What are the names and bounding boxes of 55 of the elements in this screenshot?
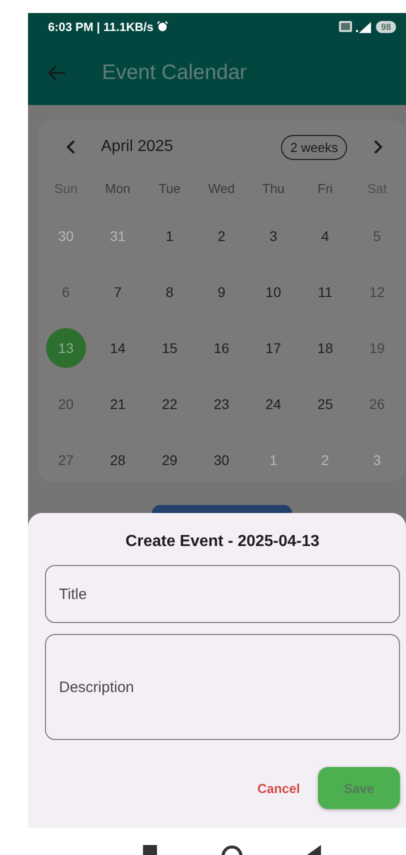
next-icon[interactable] [373, 140, 383, 154]
day-cell[interactable]: 17 [253, 328, 294, 368]
day-cell[interactable]: 15 [150, 328, 190, 368]
day-cell[interactable]: 1 [150, 216, 190, 256]
day-cell[interactable]: 28 [98, 440, 138, 480]
day-cell[interactable]: 9 [201, 272, 242, 312]
app-title: Event Calendar [102, 60, 247, 84]
day-cell[interactable]: 24 [253, 384, 294, 424]
day-cell[interactable]: 3 [253, 216, 294, 256]
day-cell[interactable]: 4 [305, 216, 346, 256]
weekday-label: Mon [104, 180, 132, 196]
day-cell[interactable]: 26 [357, 384, 398, 424]
day-cell[interactable]: 7 [98, 272, 138, 312]
weekday-label: Fri [316, 180, 334, 196]
day-cell[interactable]: 23 [201, 384, 242, 424]
day-cell[interactable]: 31 [98, 216, 138, 256]
day-cell[interactable]: 2 [201, 216, 242, 256]
day-cell[interactable]: 27 [46, 440, 86, 480]
dialog-title: Create Event - 2025-04-13 [124, 533, 320, 551]
day-cell[interactable]: 16 [201, 328, 242, 368]
day-cell[interactable]: 1 [253, 440, 294, 480]
day-cell[interactable]: 30 [201, 440, 242, 480]
day-cell[interactable]: 6 [46, 272, 86, 312]
day-cell[interactable]: 3 [357, 440, 398, 480]
weekday-label: Wed [207, 180, 236, 196]
weekday-label: Tue [158, 180, 182, 196]
month-label: April 2025 [101, 138, 174, 156]
day-cell[interactable]: 8 [150, 272, 190, 312]
signal-icon [356, 20, 372, 32]
format-button[interactable]: 2 weeks [281, 134, 347, 160]
day-cell[interactable]: 29 [150, 440, 190, 480]
status-time: 6:03 PM | 11.1KB/s [48, 20, 154, 34]
title-field[interactable]: Title [45, 565, 400, 623]
weekday-label: Thu [261, 180, 286, 196]
day-cell[interactable]: 11 [305, 272, 346, 312]
day-cell[interactable]: 19 [357, 328, 398, 368]
day-cell[interactable]: 12 [357, 272, 398, 312]
cancel-button[interactable]: Cancel [251, 780, 306, 796]
day-cell[interactable]: 10 [253, 272, 294, 312]
day-cell[interactable]: 14 [98, 328, 138, 368]
day-cell[interactable]: 21 [98, 384, 138, 424]
day-cell[interactable]: 30 [46, 216, 86, 256]
battery-icon: 98 [376, 20, 396, 32]
home-icon[interactable] [221, 845, 243, 855]
back-nav-icon[interactable] [307, 845, 321, 855]
day-cell[interactable]: 20 [46, 384, 86, 424]
day-cell[interactable]: 18 [305, 328, 346, 368]
description-field[interactable]: Description [45, 634, 400, 740]
alarm-icon [157, 21, 168, 32]
day-cell[interactable]: 13 [46, 328, 86, 368]
day-cell[interactable]: 25 [305, 384, 346, 424]
day-cell[interactable]: 22 [150, 384, 190, 424]
previous-icon[interactable] [66, 140, 76, 154]
volte-icon [338, 21, 352, 32]
day-cell[interactable]: 2 [305, 440, 346, 480]
